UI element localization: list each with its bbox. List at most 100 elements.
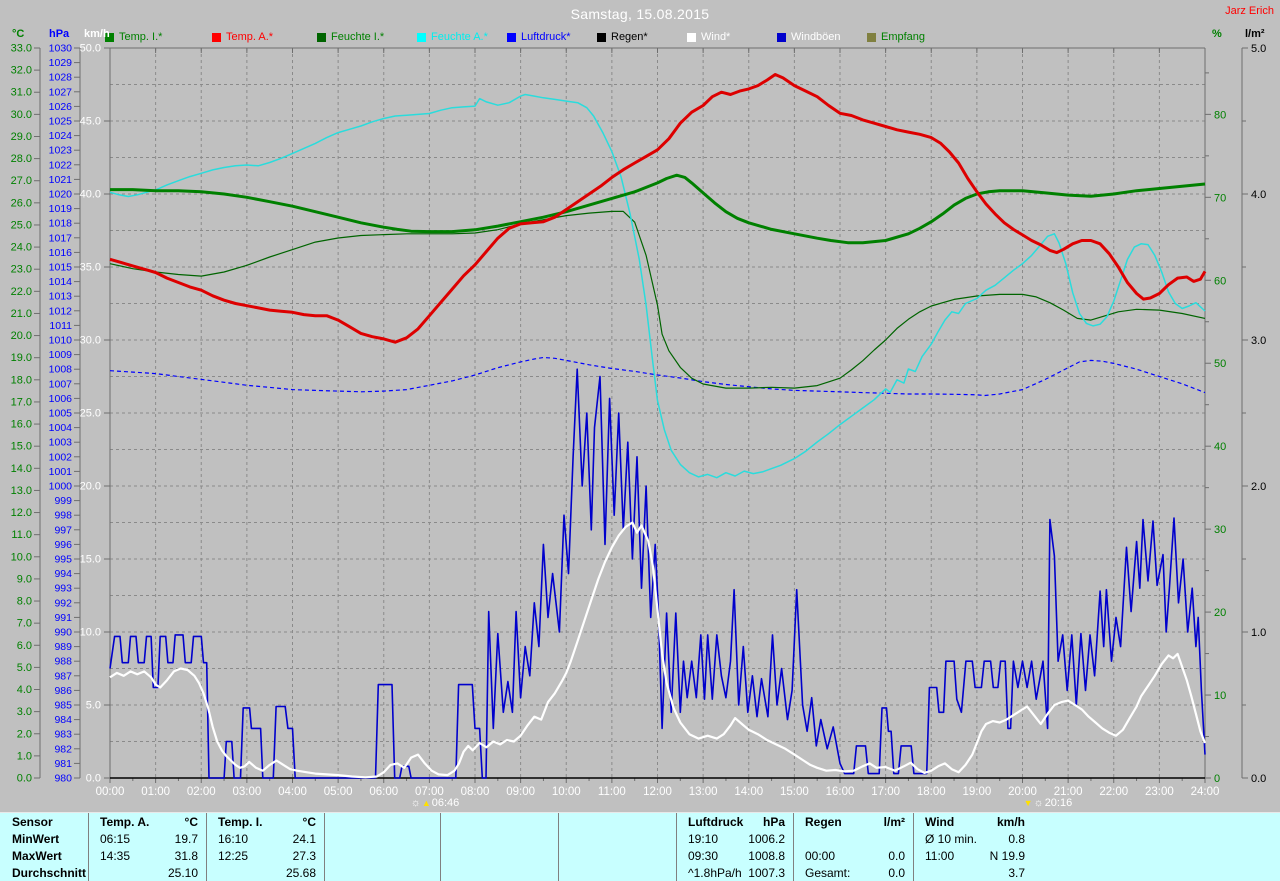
x-tick-label: 23:00 (1145, 786, 1174, 798)
tick-label-hpa: 1008 (49, 364, 73, 376)
table-cell-text (440, 814, 452, 831)
series-temp_i (110, 173, 1206, 245)
tick-label-pct: 80 (1214, 109, 1226, 121)
table-cell: 06:15 19.7 (88, 831, 206, 848)
tick-label-lm2: 4.0 (1251, 189, 1266, 201)
tick-label-hpa: 1022 (49, 159, 73, 171)
table-cell-text: ^1.8hPa/h (688, 866, 742, 880)
table-cell-value: l/m² (883, 815, 905, 829)
table-cell-text (558, 814, 570, 831)
tick-label-hpa: 1025 (49, 116, 73, 128)
tick-label-temp: 8.0 (17, 596, 32, 608)
table-cell (793, 831, 913, 848)
tick-label-temp: 17.0 (11, 396, 32, 408)
table-cell: Gesamt: 0.0 (793, 865, 913, 881)
table-cell (558, 814, 676, 831)
tick-label-temp: 21.0 (11, 308, 32, 320)
table-cell-value (550, 848, 558, 865)
table-cell-value: 25.68 (285, 866, 316, 880)
tick-label-hpa: 1029 (49, 57, 73, 69)
tick-label-kmh: 25.0 (80, 408, 101, 420)
table-cell: 09:30 1008.8 (676, 848, 793, 865)
tick-label-hpa: 1026 (49, 101, 73, 113)
tick-label-temp: 5.0 (17, 662, 32, 674)
table-cell-value (80, 814, 88, 831)
tick-label-temp: 29.0 (11, 131, 32, 143)
tick-label-temp: 9.0 (17, 573, 32, 585)
table-cell (440, 848, 558, 865)
table-cell-text: Sensor (12, 815, 53, 829)
tick-label-temp: 25.0 (11, 219, 32, 231)
tick-label-temp: 31.0 (11, 87, 32, 99)
table-cell-text (324, 814, 336, 831)
tick-label-lm2: 2.0 (1251, 481, 1266, 493)
table-cell-text: 16:10 (218, 832, 249, 846)
tick-label-temp: 23.0 (11, 264, 32, 276)
sunrise-marker: ☼ ▲ 06:46 (411, 796, 460, 810)
tick-label-hpa: 1027 (49, 86, 73, 98)
table-cell-value: °C (184, 815, 198, 829)
tick-label-hpa: 985 (54, 700, 72, 712)
tick-label-temp: 15.0 (11, 441, 32, 453)
tick-label-hpa: 1009 (49, 349, 73, 361)
tick-label-temp: 6.0 (17, 640, 32, 652)
x-tick-label: 03:00 (232, 786, 261, 798)
x-tick-label: 09:00 (506, 786, 535, 798)
table-cell-value: km/h (996, 815, 1025, 829)
table-cell (440, 831, 558, 848)
tick-label-kmh: 40.0 (80, 189, 101, 201)
weather-app-window: Samstag, 15.08.2015 Jarz Erich Temp. I.*… (0, 0, 1280, 881)
table-cell-value: 0.0 (888, 866, 905, 880)
tick-label-hpa: 1019 (49, 203, 73, 215)
table-cell-text: Regen (805, 815, 842, 829)
table-cell-value: 0.0 (888, 849, 905, 863)
statistics-table: Sensor MinWert MaxWert Durchschnitt Temp. A.… (0, 812, 1280, 881)
table-cell: 25.68 (206, 865, 324, 881)
table-cell-value: 25.10 (167, 866, 198, 880)
tick-label-temp: 32.0 (11, 65, 32, 77)
sunrise-time: 06:46 (431, 797, 460, 809)
table-cell-value (432, 848, 440, 865)
plot-area[interactable]: 33.0 32.0 31.0 30.0 29.0 28.0 27.0 26.0 25.0 24.0… (0, 0, 1280, 812)
x-tick-label: 05:00 (324, 786, 353, 798)
tick-label-hpa: 1000 (49, 481, 73, 493)
tick-label-hpa: 1003 (49, 437, 73, 449)
x-tick-label: 17:00 (871, 786, 900, 798)
tick-label-lm2: 0.0 (1251, 773, 1266, 785)
table-cell-text: 00:00 (805, 849, 836, 863)
table-cell-text (324, 865, 336, 881)
table-cell: 12:25 27.3 (206, 848, 324, 865)
tick-label-temp: 7.0 (17, 618, 32, 630)
tick-label-hpa: 1013 (49, 291, 73, 303)
tick-label-temp: 19.0 (11, 352, 32, 364)
table-cell-value: 3.7 (1008, 866, 1025, 880)
table-cell-text: Wind (925, 815, 955, 829)
table-cell-text: MaxWert (12, 849, 62, 863)
table-cell-text: Gesamt: (805, 866, 851, 880)
sunset-time: 20:16 (1044, 797, 1073, 809)
sunrise-sun-icon: ☼ (410, 797, 421, 809)
tick-label-hpa: 996 (54, 539, 72, 551)
table-cell-value (550, 814, 558, 831)
tick-label-lm2: 1.0 (1251, 627, 1266, 639)
tick-label-hpa: 1014 (49, 276, 73, 288)
table-cell-value (432, 814, 440, 831)
tick-label-pct: 40 (1214, 441, 1226, 453)
tick-label-temp: 1.0 (17, 750, 32, 762)
table-cell (324, 814, 440, 831)
x-tick-label: 14:00 (734, 786, 763, 798)
table-cell-text: 12:25 (218, 849, 249, 863)
table-cell-text: 09:30 (688, 849, 719, 863)
x-tick-label: 01:00 (141, 786, 170, 798)
tick-label-hpa: 1017 (49, 232, 73, 244)
x-tick-label: 13:00 (689, 786, 718, 798)
tick-label-temp: 28.0 (11, 153, 32, 165)
table-cell (558, 831, 676, 848)
tick-label-hpa: 1023 (49, 145, 73, 157)
tick-label-hpa: 1011 (49, 320, 72, 332)
sunset-marker: ▼ ☼ 20:16 (1024, 796, 1073, 810)
tick-label-hpa: 1002 (49, 451, 73, 463)
tick-label-temp: 12.0 (11, 507, 32, 519)
tick-label-hpa: 992 (54, 597, 72, 609)
table-cell-text (558, 865, 570, 881)
